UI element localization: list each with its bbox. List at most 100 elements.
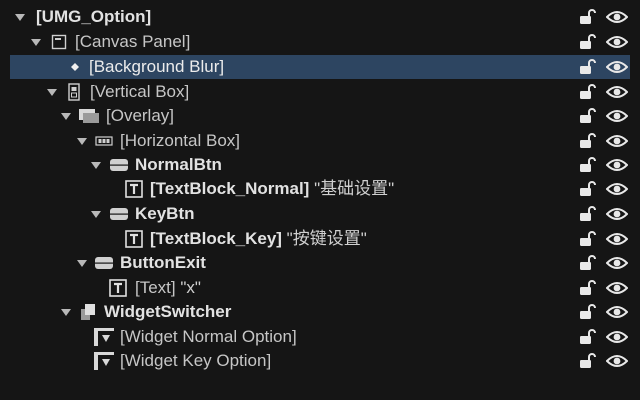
overlay-icon (77, 104, 101, 128)
tree-row-label: KeyBtn (135, 204, 195, 223)
expand-arrow-icon[interactable] (76, 251, 88, 275)
text-icon (108, 276, 128, 300)
text-icon (124, 227, 144, 251)
tree-row-horizontal-box[interactable]: [Horizontal Box] (0, 129, 640, 153)
visibility-eye-icon[interactable] (606, 277, 628, 299)
visibility-eye-icon[interactable] (606, 252, 628, 274)
user-widget-icon (92, 349, 116, 373)
visibility-eye-icon[interactable] (606, 105, 628, 127)
lock-icon[interactable] (576, 56, 598, 78)
tree-row-text-value: "按键设置" (281, 229, 367, 248)
tree-row-label: [Widget Normal Option] (120, 327, 297, 346)
row-toggles (576, 5, 628, 29)
row-toggles (576, 55, 628, 79)
lock-icon[interactable] (576, 105, 598, 127)
row-toggles (576, 104, 628, 128)
lock-icon[interactable] (576, 350, 598, 372)
expand-arrow-icon[interactable] (60, 300, 72, 324)
tree-row-label: [Horizontal Box] (120, 131, 240, 150)
visibility-eye-icon[interactable] (606, 326, 628, 348)
expand-arrow-icon[interactable] (76, 129, 88, 153)
lock-icon[interactable] (576, 252, 598, 274)
tree-row-label: [Overlay] (106, 106, 175, 125)
row-toggles (576, 129, 628, 153)
visibility-eye-icon[interactable] (606, 301, 628, 323)
lock-icon[interactable] (576, 6, 598, 28)
expand-arrow-icon[interactable] (46, 80, 58, 104)
row-toggles (576, 80, 628, 104)
lock-icon[interactable] (576, 228, 598, 250)
tree-row-label: [TextBlock_Normal] "基础设置" (150, 179, 395, 198)
row-toggles (576, 251, 628, 275)
lock-icon[interactable] (576, 326, 598, 348)
visibility-eye-icon[interactable] (606, 178, 628, 200)
button-icon (108, 202, 130, 226)
tree-row-widget-normal-option[interactable]: [Widget Normal Option] (0, 325, 640, 349)
expand-arrow-icon[interactable] (90, 202, 102, 226)
lock-icon[interactable] (576, 178, 598, 200)
tree-row-label: [Vertical Box] (90, 82, 190, 101)
row-toggles (576, 153, 628, 177)
expand-arrow-icon[interactable] (60, 104, 72, 128)
tree-row-textblock-normal[interactable]: [TextBlock_Normal] "基础设置" (0, 177, 640, 201)
tree-row-label: [Canvas Panel] (75, 32, 191, 51)
expand-arrow-icon[interactable] (30, 30, 42, 54)
tree-row-label: [UMG_Option] (36, 7, 152, 26)
lock-icon[interactable] (576, 203, 598, 225)
horizontal-box-icon (93, 129, 115, 153)
visibility-eye-icon[interactable] (606, 350, 628, 372)
tree-row-label: [Widget Key Option] (120, 351, 272, 370)
user-widget-icon (92, 325, 116, 349)
tree-row-widget-key-option[interactable]: [Widget Key Option] (0, 349, 640, 373)
lock-icon[interactable] (576, 277, 598, 299)
hierarchy-panel: [UMG_Option] [Canvas Panel] [Background … (0, 0, 640, 400)
tree-row-label: WidgetSwitcher (104, 302, 232, 321)
tree-row-text-value: "基础设置" (309, 179, 395, 198)
tree-row-buttonexit[interactable]: ButtonExit (0, 251, 640, 275)
lock-icon[interactable] (576, 31, 598, 53)
tree-row-label: [Text] "x" (135, 278, 201, 297)
tree-row-widgetswitcher[interactable]: WidgetSwitcher (0, 300, 640, 324)
vertical-scrollbar[interactable] (632, 2, 638, 398)
button-icon (108, 153, 130, 177)
tree-row-vertical-box[interactable]: [Vertical Box] (0, 80, 640, 104)
text-icon (124, 177, 144, 201)
tree-row-keybtn[interactable]: KeyBtn (0, 202, 640, 226)
visibility-eye-icon[interactable] (606, 154, 628, 176)
tree-row-label: NormalBtn (135, 155, 222, 174)
lock-icon[interactable] (576, 81, 598, 103)
tree-row-label: ButtonExit (120, 253, 206, 272)
button-icon (93, 251, 115, 275)
lock-icon[interactable] (576, 301, 598, 323)
widget-switcher-icon (78, 300, 98, 324)
visibility-eye-icon[interactable] (606, 81, 628, 103)
lock-icon[interactable] (576, 154, 598, 176)
tree-row-umg-option[interactable]: [UMG_Option] (0, 5, 640, 29)
row-toggles (576, 300, 628, 324)
tree-row-canvas-panel[interactable]: [Canvas Panel] (0, 30, 640, 54)
tree-row-label: [TextBlock_Key] "按键设置" (150, 229, 367, 248)
expand-arrow-icon[interactable] (90, 153, 102, 177)
canvas-panel-icon (50, 30, 68, 54)
diamond-icon (68, 55, 82, 79)
visibility-eye-icon[interactable] (606, 6, 628, 28)
visibility-eye-icon[interactable] (606, 31, 628, 53)
tree-row-normalbtn[interactable]: NormalBtn (0, 153, 640, 177)
lock-icon[interactable] (576, 130, 598, 152)
row-toggles (576, 30, 628, 54)
tree-row-overlay[interactable]: [Overlay] (0, 104, 640, 128)
tree-row-textblock-key[interactable]: [TextBlock_Key] "按键设置" (0, 227, 640, 251)
visibility-eye-icon[interactable] (606, 56, 628, 78)
row-toggles (576, 177, 628, 201)
tree-row-text-value: "x" (175, 278, 201, 297)
tree-row-label: [Background Blur] (89, 57, 225, 76)
tree-row-text-x[interactable]: [Text] "x" (0, 276, 640, 300)
row-toggles (576, 227, 628, 251)
tree-row-background-blur[interactable]: [Background Blur] (10, 55, 630, 79)
row-toggles (576, 349, 628, 373)
row-toggles (576, 325, 628, 349)
visibility-eye-icon[interactable] (606, 203, 628, 225)
expand-arrow-icon[interactable] (14, 5, 26, 29)
visibility-eye-icon[interactable] (606, 228, 628, 250)
visibility-eye-icon[interactable] (606, 130, 628, 152)
